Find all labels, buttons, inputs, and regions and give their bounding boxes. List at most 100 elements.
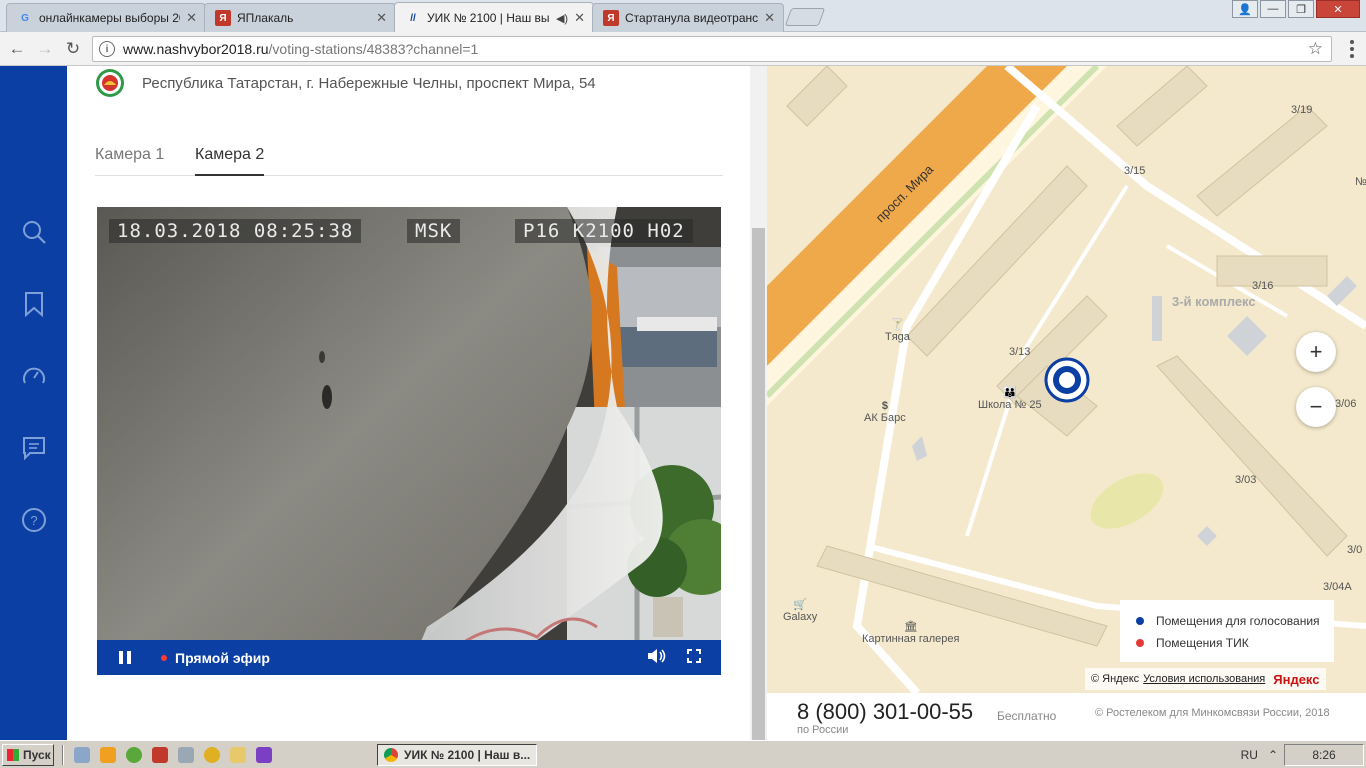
browser-tabstrip: G онлайнкамеры выборы 20 ✕ Я ЯПлакаль ✕ … xyxy=(0,0,1366,33)
browser-tab[interactable]: Я ЯПлакаль ✕ xyxy=(204,3,396,32)
browser-tab[interactable]: G онлайнкамеры выборы 20 ✕ xyxy=(6,3,206,32)
zoom-in-button[interactable]: + xyxy=(1296,332,1336,372)
browser-tab-active[interactable]: // УИК № 2100 | Наш вы ◀) ✕ xyxy=(394,2,594,33)
info-icon[interactable]: i xyxy=(99,41,115,57)
taskbar-window-button[interactable]: УИК № 2100 | Наш в... xyxy=(377,744,537,766)
speaker-settings-icon[interactable] xyxy=(178,746,194,763)
zoom-out-button[interactable]: − xyxy=(1296,387,1336,427)
close-tab-icon[interactable]: ✕ xyxy=(764,10,775,26)
windows-logo-icon xyxy=(7,748,19,761)
dollar-icon: $ xyxy=(881,400,888,412)
user-icon[interactable]: 👤 xyxy=(1232,0,1258,18)
camera-frame xyxy=(97,207,721,675)
url-domain: www.nashvybor2018.ru xyxy=(123,41,269,57)
tab-camera-1[interactable]: Камера 1 xyxy=(95,146,164,174)
legend-dot-icon xyxy=(1136,617,1144,625)
map-place[interactable]: 🛒 Galaxy xyxy=(783,598,817,623)
map-place[interactable]: 🏛 Картинная галерея xyxy=(862,620,959,645)
house-number: 3/15 xyxy=(1124,165,1146,177)
pause-icon[interactable] xyxy=(119,651,131,664)
yaplakal-icon: Я xyxy=(603,10,619,26)
forward-icon[interactable]: → xyxy=(34,38,56,60)
live-indicator-icon xyxy=(161,654,167,661)
quick-launch-icon[interactable] xyxy=(152,746,168,763)
player-controls: Прямой эфир xyxy=(97,640,721,675)
start-button[interactable]: Пуск xyxy=(2,743,54,766)
terms-link[interactable]: Условия использования xyxy=(1143,673,1265,685)
new-tab-button[interactable] xyxy=(784,8,826,26)
video-timezone: MSK xyxy=(407,219,461,243)
camera-tabs: Камера 1 Камера 2 xyxy=(95,142,723,176)
yaplakal-icon: Я xyxy=(215,10,231,26)
google-icon: G xyxy=(21,12,29,24)
play-icon[interactable] xyxy=(256,746,272,763)
media-player-icon[interactable] xyxy=(100,746,116,763)
house-number: 3/03 xyxy=(1235,474,1257,486)
close-tab-icon[interactable]: ✕ xyxy=(574,10,585,26)
fullscreen-icon[interactable] xyxy=(687,649,701,666)
bookmark-star-icon[interactable]: ☆ xyxy=(1308,39,1323,59)
reload-icon[interactable]: ↻ xyxy=(62,38,84,60)
address-bar[interactable]: i www.nashvybor2018.ru/voting-stations/4… xyxy=(92,36,1332,62)
house-number: 3/16 xyxy=(1252,280,1274,292)
browser-toolbar: ← → ↻ i www.nashvybor2018.ru/voting-stat… xyxy=(0,32,1366,66)
sidebar: ? xyxy=(0,66,67,740)
close-tab-icon[interactable]: ✕ xyxy=(186,10,197,26)
map-credits: © Яндекс Условия использования Яндекс xyxy=(1085,668,1326,690)
speaker-icon[interactable]: ◀) xyxy=(556,12,568,25)
tab-camera-2[interactable]: Камера 2 xyxy=(195,146,265,176)
map[interactable]: просп. Мира 3-й комплекс 🍸 Tяga $ АК Бар… xyxy=(767,66,1366,693)
tab-title: УИК № 2100 | Наш вы xyxy=(427,11,550,25)
tab-title: ЯПлакаль xyxy=(237,11,294,25)
shopping-cart-icon: 🛒 xyxy=(793,599,807,611)
search-icon[interactable] xyxy=(18,216,50,248)
chrome-icon xyxy=(384,748,398,762)
back-icon[interactable]: ← xyxy=(6,38,28,60)
copyright: © Ростелеком для Минкомсвязи России, 201… xyxy=(1095,707,1330,719)
folder-icon[interactable] xyxy=(230,746,246,763)
help-icon[interactable]: ? xyxy=(18,504,50,536)
restore-button[interactable]: ❐ xyxy=(1288,0,1314,18)
tab-title: Стартанула видеотрансля xyxy=(625,11,759,25)
close-tab-icon[interactable]: ✕ xyxy=(376,10,387,26)
legend-item: Помещения для голосования xyxy=(1136,610,1334,632)
house-number: 3/19 xyxy=(1291,104,1313,116)
page-footer: 8 (800) 301-00-55 по России Бесплатно © … xyxy=(767,693,1366,740)
house-number: 3/04A xyxy=(1323,581,1352,593)
language-indicator[interactable]: RU xyxy=(1241,748,1258,762)
video-player[interactable]: 18.03.2018 08:25:38 MSK P16 K2100 H02 Пр… xyxy=(97,207,721,675)
live-label: Прямой эфир xyxy=(175,649,270,666)
legend-item: Помещения ТИК xyxy=(1136,632,1334,654)
phone-caption: по России xyxy=(797,724,849,736)
window-controls: 👤 — ❐ ✕ xyxy=(1232,0,1360,18)
close-window-button[interactable]: ✕ xyxy=(1316,0,1360,18)
svg-text:?: ? xyxy=(30,513,37,528)
hotline-phone: 8 (800) 301-00-55 xyxy=(797,699,974,724)
clock[interactable]: 8:26 xyxy=(1284,744,1364,766)
browser-menu-icon[interactable] xyxy=(1350,40,1354,58)
museum-icon: 🏛 xyxy=(903,621,918,633)
chat-icon[interactable] xyxy=(18,432,50,464)
quick-launch-icon[interactable] xyxy=(74,746,90,763)
map-canvas xyxy=(767,66,1366,693)
video-timestamp: 18.03.2018 08:25:38 xyxy=(109,219,362,243)
quick-launch-icon[interactable] xyxy=(126,746,142,763)
scrollbar-thumb[interactable] xyxy=(752,228,765,740)
district-label: 3-й комплекс xyxy=(1172,294,1256,309)
map-place[interactable]: 👪 Школа № 25 xyxy=(978,386,1042,411)
minimize-button[interactable]: — xyxy=(1260,0,1286,18)
map-place[interactable]: $ АК Барс xyxy=(864,400,906,424)
quick-launch-icon[interactable] xyxy=(204,746,220,763)
volume-icon[interactable] xyxy=(647,648,667,667)
yandex-logo: Яндекс xyxy=(1273,671,1320,687)
bookmark-icon[interactable] xyxy=(18,288,50,320)
school-icon: 👪 xyxy=(1002,387,1017,399)
tray-expand-icon[interactable]: ⌃ xyxy=(1268,748,1278,762)
map-place[interactable]: 🍸 Tяga xyxy=(885,318,910,343)
speedometer-icon[interactable] xyxy=(18,360,50,392)
legend-dot-icon xyxy=(1136,639,1144,647)
polling-station-address: Республика Татарстан, г. Набережные Челн… xyxy=(142,75,596,92)
free-caption: Бесплатно xyxy=(997,709,1057,723)
tab-title: онлайнкамеры выборы 20 xyxy=(39,11,181,25)
browser-tab[interactable]: Я Стартанула видеотрансля ✕ xyxy=(592,3,784,32)
